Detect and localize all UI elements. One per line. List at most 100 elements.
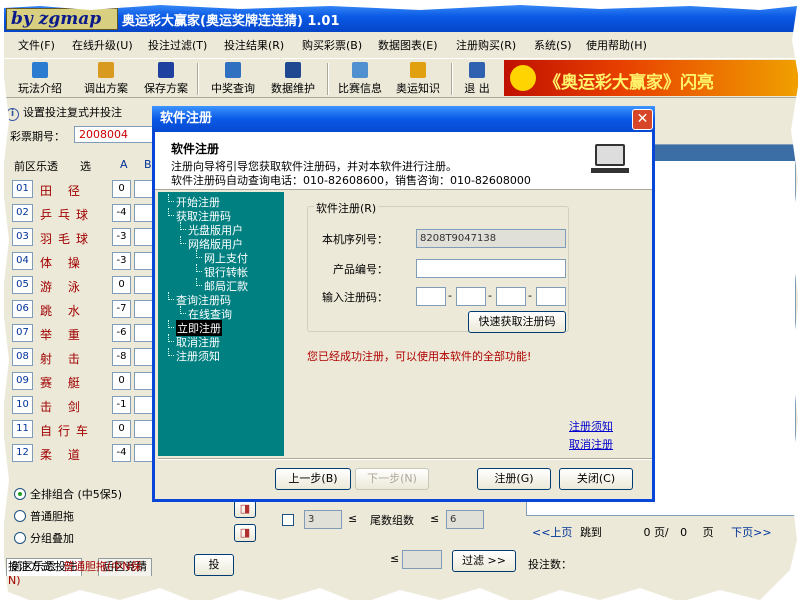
event-value-b[interactable] xyxy=(134,228,153,246)
event-value-b[interactable] xyxy=(134,396,153,414)
prev-page-link[interactable]: <<上页 xyxy=(532,526,572,539)
rules-button[interactable]: 玩法介绍 xyxy=(12,62,68,96)
info-icon xyxy=(352,62,368,78)
data-maintain-button[interactable]: 数据维护 xyxy=(266,62,320,96)
title-bar[interactable]: by zgmap 奥运彩大赢家(奥运奖牌连连猜) 1.01 xyxy=(4,4,798,32)
dialog-close-button[interactable]: 关闭(C) xyxy=(559,468,633,490)
event-row[interactable]: 07 举 重 -6 xyxy=(12,322,157,346)
toolbar-separator xyxy=(327,63,329,95)
event-value-a[interactable]: -3 xyxy=(112,252,131,270)
load-plan-button[interactable]: 调出方案 xyxy=(80,62,132,96)
event-value-a[interactable]: -4 xyxy=(112,444,131,462)
code-field-1[interactable] xyxy=(416,287,446,306)
tail-count-label: 尾数组数 xyxy=(370,514,414,527)
event-row[interactable]: 04 体 操 -3 xyxy=(12,250,157,274)
event-value-b[interactable] xyxy=(134,444,153,462)
event-row[interactable]: 09 赛 艇 0 xyxy=(12,370,157,394)
jump-label[interactable]: 跳到 xyxy=(580,526,602,539)
menu-data-chart[interactable]: 数据图表(E) xyxy=(378,37,438,53)
dialog-title-bar[interactable]: 软件注册 ✕ xyxy=(152,106,655,132)
event-value-a[interactable]: 0 xyxy=(112,276,131,294)
exit-button[interactable]: 退 出 xyxy=(456,62,498,96)
menu-register-buy[interactable]: 注册购买(R) xyxy=(456,37,516,53)
register-steps-tree: 开始注册 获取注册码 光盘版用户 网络版用户 网上支付 银行转帐 邮局汇款 查询注册码 在线查询… xyxy=(158,192,284,456)
event-row[interactable]: 03 羽毛球 -3 xyxy=(12,226,157,250)
close-icon[interactable]: ✕ xyxy=(632,109,653,130)
col-b: B xyxy=(144,158,152,171)
option-normal-banker[interactable]: 普通胆拖 xyxy=(14,508,74,524)
olympic-knowledge-button[interactable]: 奥运知识 xyxy=(392,62,444,96)
event-name: 田 径 xyxy=(40,184,86,198)
code-field-4[interactable] xyxy=(536,287,566,306)
event-value-a[interactable]: -4 xyxy=(112,204,131,222)
event-value-b[interactable] xyxy=(134,324,153,342)
menu-system[interactable]: 系统(S) xyxy=(534,37,572,53)
bet-button[interactable]: 投 xyxy=(194,554,234,576)
code-field-2[interactable] xyxy=(456,287,486,306)
event-row[interactable]: 01 田 径 0 xyxy=(12,178,157,202)
prev-step-button[interactable]: 上一步(B) xyxy=(275,468,351,490)
event-value-b[interactable] xyxy=(134,420,153,438)
menu-bet-result[interactable]: 投注结果(R) xyxy=(224,37,284,53)
notice-link[interactable]: 注册须知 xyxy=(569,418,613,434)
event-value-a[interactable]: 0 xyxy=(112,180,131,198)
tree-connector xyxy=(168,348,174,356)
next-page-link[interactable]: 下页>> xyxy=(731,526,771,539)
event-value-a[interactable]: 0 xyxy=(112,372,131,390)
menu-help[interactable]: 使用帮助(H) xyxy=(586,37,647,53)
match-info-button[interactable]: 比赛信息 xyxy=(334,62,386,96)
event-value-a[interactable]: -8 xyxy=(112,348,131,366)
menu-buy-lottery[interactable]: 购买彩票(B) xyxy=(302,37,362,53)
event-value-a[interactable]: -3 xyxy=(112,228,131,246)
event-value-b[interactable] xyxy=(134,180,153,198)
event-name: 跳 水 xyxy=(40,304,86,318)
event-value-a[interactable]: -1 xyxy=(112,396,131,414)
menu-online-upgrade[interactable]: 在线升级(U) xyxy=(72,37,133,53)
option-full-combo[interactable]: 全排组合 (中5保5) xyxy=(14,486,122,502)
event-row[interactable]: 06 跳 水 -7 xyxy=(12,298,157,322)
col-title: 前区乐透 xyxy=(14,160,58,173)
tail-max-select[interactable]: 6 xyxy=(446,510,484,529)
event-name: 自行车 xyxy=(40,424,95,438)
event-row[interactable]: 12 柔 道 -4 xyxy=(12,442,157,466)
filter-checkbox[interactable] xyxy=(282,514,294,526)
option-edit-button[interactable]: ◨ xyxy=(234,500,256,518)
tail-min-select[interactable]: 3 xyxy=(304,510,342,529)
menu-bet-filter[interactable]: 投注过滤(T) xyxy=(148,37,207,53)
product-field[interactable] xyxy=(416,259,566,278)
dialog-phone: 软件注册码自动查询电话：010-82608600，销售咨询：010-826080… xyxy=(171,174,531,187)
option-group-stack[interactable]: 分组叠加 xyxy=(14,530,74,546)
issue-select[interactable]: 2008004 xyxy=(74,126,154,143)
event-value-a[interactable]: -6 xyxy=(112,324,131,342)
save-plan-button[interactable]: 保存方案 xyxy=(140,62,192,96)
event-row[interactable]: 05 游 泳 0 xyxy=(12,274,157,298)
event-row[interactable]: 08 射 击 -8 xyxy=(12,346,157,370)
event-value-a[interactable]: 0 xyxy=(112,420,131,438)
event-value-b[interactable] xyxy=(134,204,153,222)
event-row[interactable]: 02 乒乓球 -4 xyxy=(12,202,157,226)
menu-file[interactable]: 文件(F) xyxy=(18,37,55,53)
tree-connector xyxy=(180,222,186,230)
event-name: 举 重 xyxy=(40,328,86,342)
event-value-b[interactable] xyxy=(134,372,153,390)
filter-button[interactable]: 过滤 >> xyxy=(452,550,516,572)
event-value-b[interactable] xyxy=(134,276,153,294)
cancel-register-link[interactable]: 取消注册 xyxy=(569,436,613,452)
code-field-3[interactable] xyxy=(496,287,526,306)
tree-item[interactable]: 注册须知 xyxy=(176,348,220,364)
success-message: 您已经成功注册，可以使用本软件的全部功能! xyxy=(307,350,532,363)
quick-get-code-button[interactable]: 快速获取注册码 xyxy=(468,311,566,333)
prize-query-button[interactable]: 中奖查询 xyxy=(206,62,260,96)
event-row[interactable]: 11 自行车 0 xyxy=(12,418,157,442)
event-value-b[interactable] xyxy=(134,252,153,270)
event-row[interactable]: 10 击 剑 -1 xyxy=(12,394,157,418)
event-name: 羽毛球 xyxy=(40,232,95,246)
event-value-b[interactable] xyxy=(134,300,153,318)
issue-row: 彩票期号： 2008004 xyxy=(10,126,154,144)
event-value-b[interactable] xyxy=(134,348,153,366)
event-value-a[interactable]: -7 xyxy=(112,300,131,318)
option-edit-button[interactable]: ◨ xyxy=(234,524,256,542)
range-select[interactable] xyxy=(402,550,442,569)
panel-header: i 设置投注复式并投注 xyxy=(6,102,151,124)
register-button[interactable]: 注册(G) xyxy=(477,468,551,490)
